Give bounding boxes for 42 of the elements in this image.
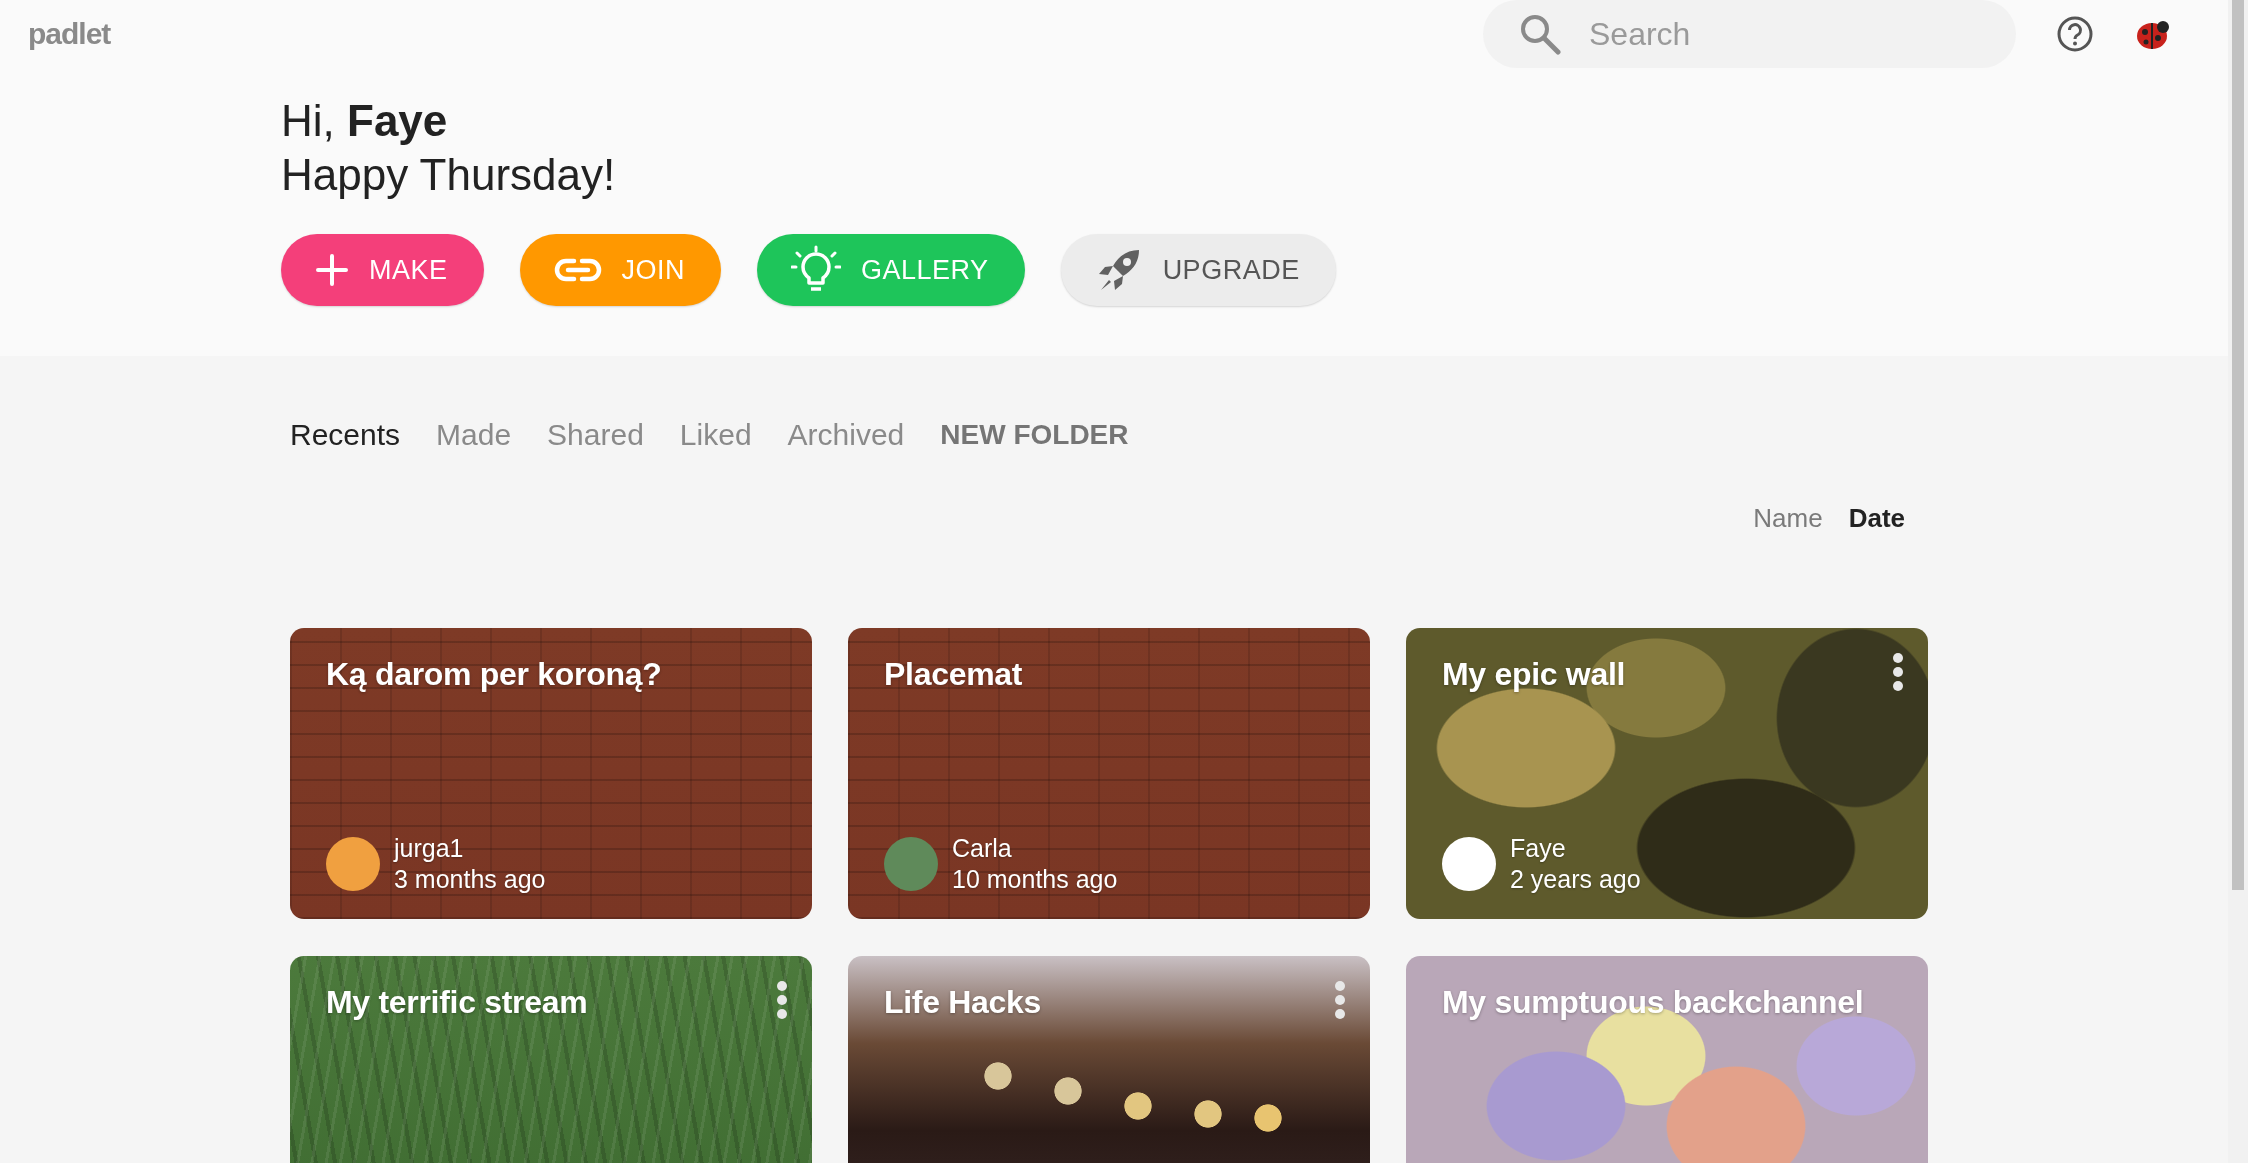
sort-option[interactable]: Date (1848, 503, 1905, 534)
padlet-card[interactable]: My epic wall Faye 2 years ago (1406, 628, 1928, 919)
author-name: Faye (1510, 833, 1567, 864)
more-icon[interactable] (776, 980, 788, 1020)
gallery-button[interactable]: GALLERY (757, 234, 1025, 306)
plus-icon (315, 253, 349, 287)
link-icon (553, 257, 602, 283)
greeting: Hi, Faye (281, 95, 448, 147)
post-time: 10 months ago (952, 864, 1118, 895)
new-folder-button[interactable]: NEW FOLDER (940, 419, 1129, 451)
sort-option[interactable]: Name (1753, 503, 1823, 534)
tab[interactable]: Archived (787, 418, 905, 452)
card-title: My epic wall (1442, 655, 1626, 694)
search-icon (1519, 13, 1561, 55)
padlet-card[interactable]: Life Hacks (848, 956, 1370, 1163)
make-button[interactable]: MAKE (281, 234, 484, 306)
card-title: Ką darom per koroną? (326, 655, 662, 694)
upgrade-button[interactable]: UPGRADE (1060, 234, 1336, 306)
tab[interactable]: Made (436, 418, 512, 452)
join-button[interactable]: JOIN (519, 234, 722, 306)
greeting-subtitle: Happy Thursday! (281, 149, 616, 201)
post-time: 3 months ago (394, 864, 546, 895)
search-field[interactable]: Search (1483, 0, 2016, 68)
scrollbar[interactable] (2228, 0, 2248, 1163)
padlet-card[interactable]: My sumptuous backchannel (1406, 956, 1928, 1163)
author-name: Carla (952, 833, 1013, 864)
post-time: 2 years ago (1510, 864, 1641, 895)
tab[interactable]: Liked (679, 418, 752, 452)
padlet-card[interactable]: Placemat Carla 10 months ago (848, 628, 1370, 919)
tab[interactable]: Recents (290, 418, 401, 452)
author-name: jurga1 (394, 833, 465, 864)
tab[interactable]: Shared (547, 418, 644, 452)
padlet-card[interactable]: Ką darom per koroną? jurga1 3 months ago (290, 628, 812, 919)
card-title: My sumptuous backchannel (1442, 983, 1864, 1022)
card-title: My terrific stream (326, 983, 588, 1022)
padlet-card[interactable]: My terrific stream (290, 956, 812, 1163)
logo[interactable]: padlet (28, 17, 111, 51)
scrollbar-thumb[interactable] (2232, 0, 2244, 890)
help-icon[interactable] (2056, 15, 2094, 53)
more-icon[interactable] (1892, 652, 1904, 692)
card-title: Placemat (884, 655, 1023, 694)
card-title: Life Hacks (884, 983, 1042, 1022)
